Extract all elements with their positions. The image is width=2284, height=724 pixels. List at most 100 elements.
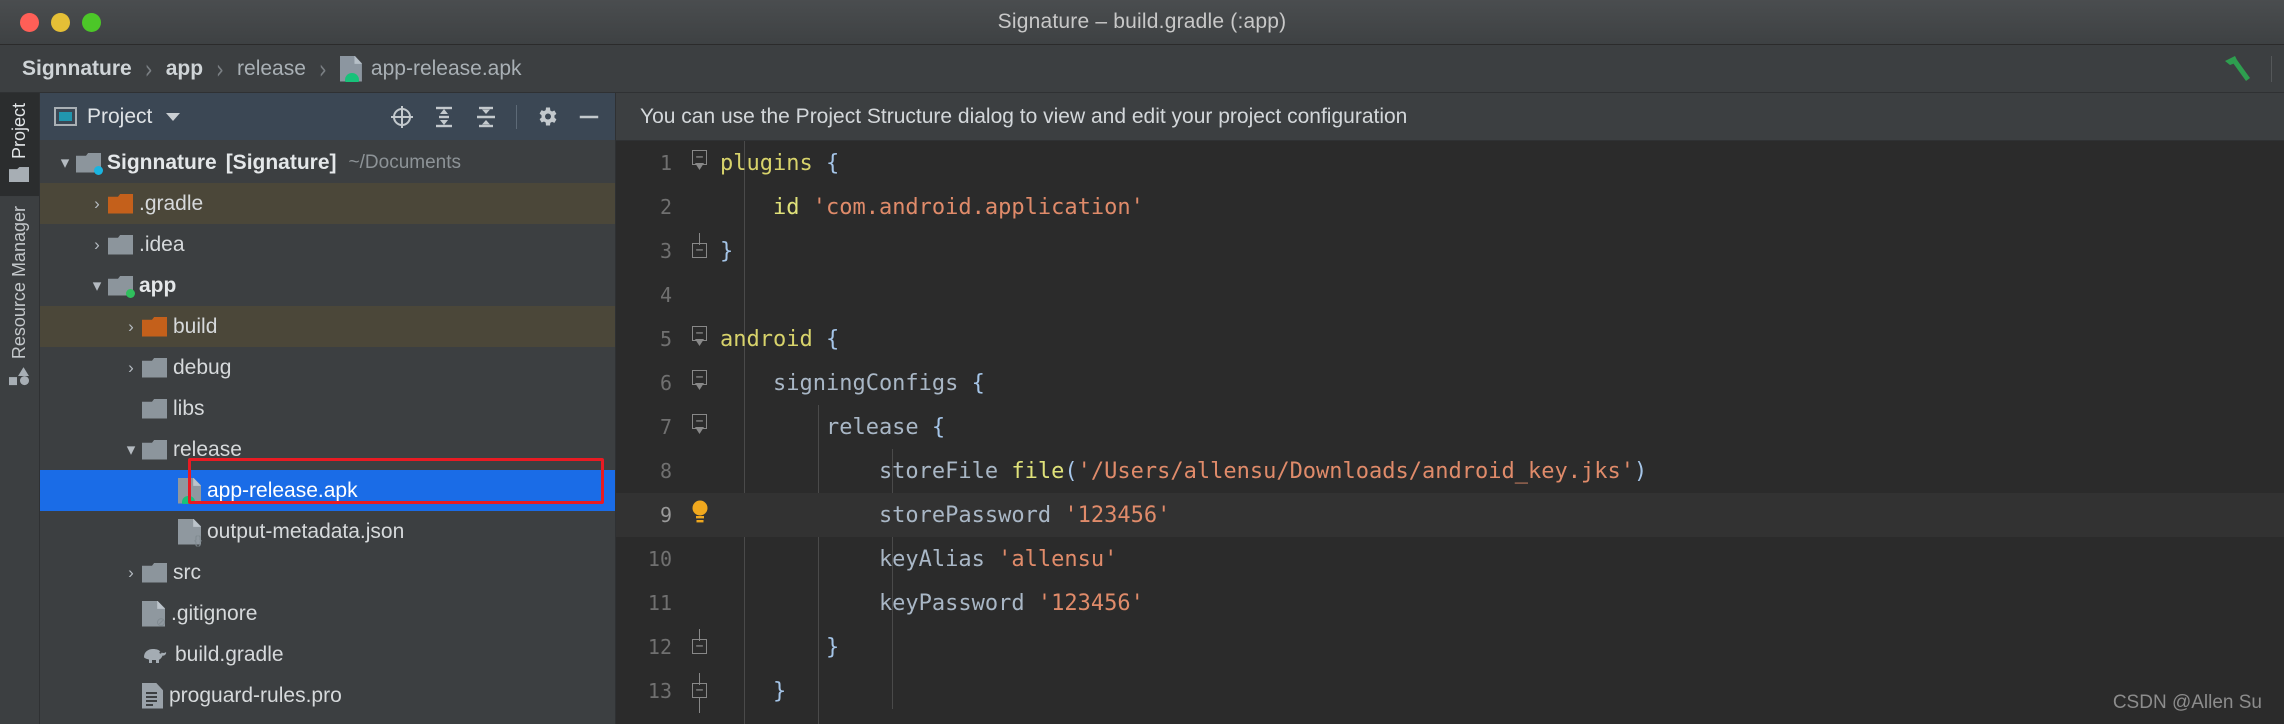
fold-collapse-icon[interactable]: − bbox=[692, 243, 707, 258]
fold-collapse-icon[interactable]: − bbox=[692, 150, 707, 165]
code-line[interactable]: 8 storeFile file('/Users/allensu/Downloa… bbox=[616, 449, 2284, 493]
code-text: } bbox=[720, 238, 734, 264]
code-text: plugins { bbox=[720, 150, 840, 176]
fold-gutter[interactable]: − bbox=[684, 229, 720, 273]
code-line[interactable]: 3 − } bbox=[616, 229, 2284, 273]
tree-row-build[interactable]: › build bbox=[40, 306, 615, 347]
code-line[interactable]: 4 bbox=[616, 273, 2284, 317]
chevron-right-icon[interactable]: › bbox=[120, 562, 142, 584]
tree-row-label: release bbox=[173, 437, 242, 461]
line-number: 11 bbox=[647, 591, 672, 615]
code-text: android { bbox=[720, 326, 840, 352]
chevron-right-icon[interactable]: › bbox=[86, 193, 108, 215]
notification-text: You can use the Project Structure dialog… bbox=[640, 104, 1408, 128]
tree-row-label: .idea bbox=[139, 232, 185, 256]
folder-icon bbox=[142, 439, 167, 460]
collapse-all-icon[interactable] bbox=[474, 105, 498, 129]
tree-row-debug[interactable]: › debug bbox=[40, 347, 615, 388]
editor-notification-bar[interactable]: You can use the Project Structure dialog… bbox=[616, 93, 2284, 141]
line-number: 7 bbox=[659, 415, 672, 439]
tree-row-label: debug bbox=[173, 355, 232, 379]
fold-gutter bbox=[684, 273, 720, 317]
tree-row-build-gradle[interactable]: › build.gradle bbox=[40, 634, 615, 675]
fold-collapse-icon[interactable]: − bbox=[692, 683, 707, 698]
fold-gutter[interactable]: − bbox=[684, 405, 720, 449]
apk-file-icon bbox=[339, 55, 362, 82]
fold-collapse-icon[interactable]: − bbox=[692, 326, 707, 341]
code-text: id 'com.android.application' bbox=[720, 194, 1144, 220]
minimize-button[interactable] bbox=[51, 12, 70, 32]
tree-row-release[interactable]: ▾ release bbox=[40, 429, 615, 470]
lightbulb-icon[interactable] bbox=[690, 499, 710, 527]
tree-row-gradle-dir[interactable]: › .gradle bbox=[40, 183, 615, 224]
code-line-active[interactable]: 9 storePassword '123456' bbox=[616, 493, 2284, 537]
code-line[interactable]: 13 − } bbox=[616, 669, 2284, 713]
project-panel-header: Project bbox=[40, 93, 615, 140]
code-area[interactable]: 1 − plugins { 2 id 'com.android.applicat… bbox=[616, 141, 2284, 724]
breadcrumb-project[interactable]: Signnature bbox=[22, 57, 132, 81]
tree-row-label: app-release.apk bbox=[207, 478, 358, 502]
minimize-icon[interactable] bbox=[577, 105, 601, 129]
tree-row-proguard-rules[interactable]: › proguard-rules.pro bbox=[40, 675, 615, 716]
fold-gutter[interactable]: − bbox=[684, 361, 720, 405]
navigation-bar: Signnature › app › release › app-release… bbox=[0, 45, 2284, 93]
navbar-divider bbox=[2271, 55, 2272, 82]
code-line[interactable]: 1 − plugins { bbox=[616, 141, 2284, 185]
breadcrumb-apk[interactable]: app-release.apk bbox=[339, 55, 522, 82]
tree-row-output-metadata-json[interactable]: › {} output-metadata.json bbox=[40, 511, 615, 552]
project-tree[interactable]: ▾ Signnature [Signature] ~/Documents › .… bbox=[40, 140, 615, 724]
sidebar-item-resource-manager[interactable]: Resource Manager bbox=[0, 196, 39, 399]
code-line[interactable]: 2 id 'com.android.application' bbox=[616, 185, 2284, 229]
fold-gutter[interactable]: − bbox=[684, 317, 720, 361]
fold-gutter bbox=[684, 537, 720, 581]
tree-row-app[interactable]: ▾ app bbox=[40, 265, 615, 306]
watermark: CSDN @Allen Su bbox=[2112, 692, 2262, 713]
line-number: 2 bbox=[659, 195, 672, 219]
folder-icon bbox=[142, 562, 167, 583]
chevron-down-icon[interactable] bbox=[166, 112, 181, 121]
chevron-down-icon[interactable]: ▾ bbox=[120, 439, 142, 461]
code-line[interactable]: 7 − release { bbox=[616, 405, 2284, 449]
folder-icon bbox=[10, 167, 30, 182]
breadcrumb-release[interactable]: release bbox=[237, 57, 306, 81]
fold-collapse-icon[interactable]: − bbox=[692, 414, 707, 429]
fold-gutter[interactable] bbox=[684, 493, 720, 537]
fold-gutter[interactable]: − bbox=[684, 669, 720, 713]
tree-row-idea[interactable]: › .idea bbox=[40, 224, 615, 265]
expand-all-icon[interactable] bbox=[432, 105, 456, 129]
close-button[interactable] bbox=[20, 12, 39, 32]
chevron-right-icon[interactable]: › bbox=[120, 357, 142, 379]
tree-row-app-release-apk[interactable]: › app-release.apk bbox=[40, 470, 615, 511]
make-project-button[interactable] bbox=[2211, 45, 2265, 93]
chevron-right-icon[interactable]: › bbox=[86, 234, 108, 256]
tree-row-libs[interactable]: › libs bbox=[40, 388, 615, 429]
fold-collapse-icon[interactable]: − bbox=[692, 370, 707, 385]
code-line[interactable]: 5 − android { bbox=[616, 317, 2284, 361]
maximize-button[interactable] bbox=[82, 12, 101, 32]
chevron-right-icon[interactable]: › bbox=[120, 316, 142, 338]
breadcrumb-app[interactable]: app bbox=[166, 57, 203, 81]
panel-actions bbox=[390, 104, 601, 129]
tree-row-label: .gradle bbox=[139, 191, 204, 215]
tree-row-src[interactable]: › src bbox=[40, 552, 615, 593]
crosshair-icon[interactable] bbox=[390, 105, 414, 129]
folder-icon bbox=[142, 316, 167, 337]
line-number: 8 bbox=[659, 459, 672, 483]
fold-collapse-icon[interactable]: − bbox=[692, 639, 707, 654]
tree-row-label: build.gradle bbox=[175, 642, 284, 666]
chevron-down-icon[interactable]: ▾ bbox=[54, 152, 76, 174]
chevron-down-icon[interactable]: ▾ bbox=[86, 275, 108, 297]
json-file-icon: {} bbox=[178, 518, 202, 546]
tree-row-signnature[interactable]: ▾ Signnature [Signature] ~/Documents bbox=[40, 142, 615, 183]
fold-gutter[interactable]: − bbox=[684, 625, 720, 669]
code-line[interactable]: 12 − } bbox=[616, 625, 2284, 669]
breadcrumb-label: app bbox=[165, 56, 204, 80]
code-line[interactable]: 10 keyAlias 'allensu' bbox=[616, 537, 2284, 581]
code-line[interactable]: 11 keyPassword '123456' bbox=[616, 581, 2284, 625]
tree-row-gitignore[interactable]: › ⊘ .gitignore bbox=[40, 593, 615, 634]
sidebar-item-project[interactable]: Project bbox=[0, 93, 39, 197]
fold-gutter[interactable]: − bbox=[684, 141, 720, 185]
code-line[interactable]: 6 − signingConfigs { bbox=[616, 361, 2284, 405]
tree-row-label: proguard-rules.pro bbox=[169, 683, 342, 707]
gear-icon[interactable] bbox=[535, 105, 559, 129]
